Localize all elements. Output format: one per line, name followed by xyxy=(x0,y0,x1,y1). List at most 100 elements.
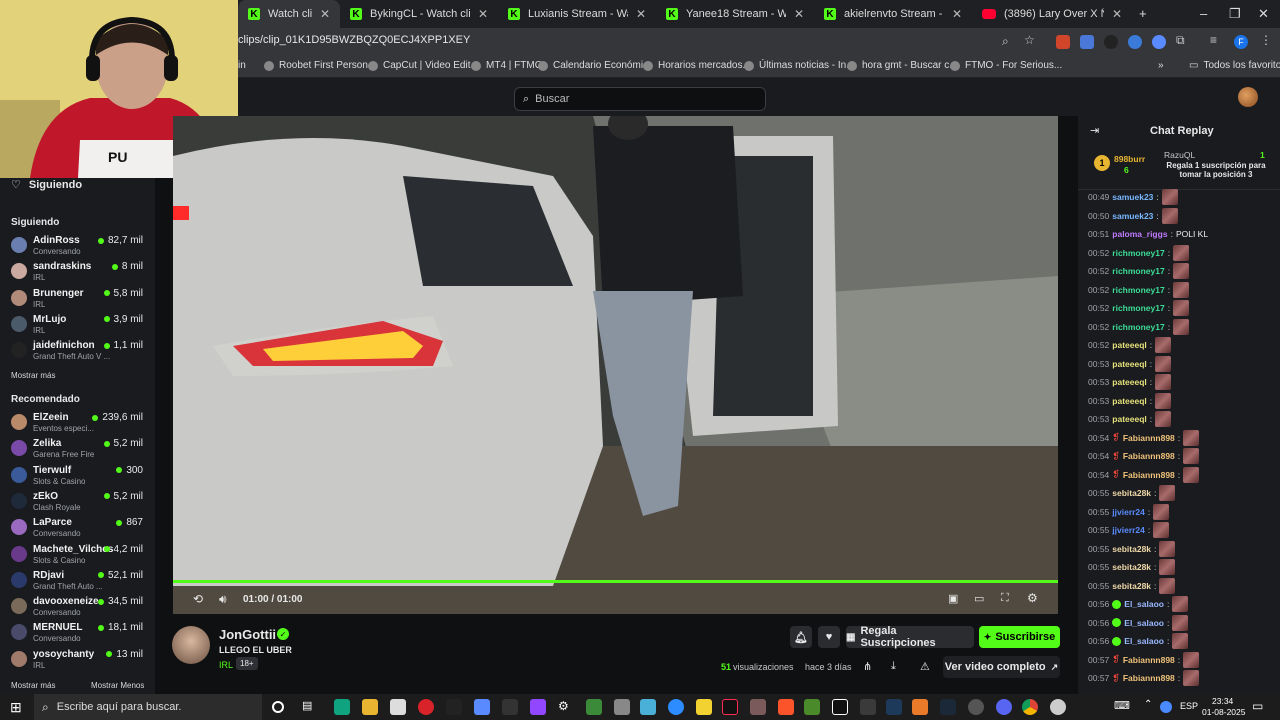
star-bookmark-icon[interactable]: ☆ xyxy=(1024,33,1038,47)
sidebar-channel-item[interactable]: yosoychanty IRL 13 mil xyxy=(11,647,147,673)
close-tab-icon[interactable]: ✕ xyxy=(320,7,330,21)
app-icon[interactable] xyxy=(860,699,876,715)
capcut-icon[interactable] xyxy=(832,699,848,715)
browser-tab[interactable]: K BykingCL - Watch clips on Kick ✕ xyxy=(340,0,498,28)
reading-list-icon[interactable]: ≡ xyxy=(1210,33,1224,47)
sidebar-channel-item[interactable]: LaParce Conversando 867 xyxy=(11,515,147,541)
chat-username[interactable]: El_salaoo xyxy=(1124,618,1164,628)
close-tab-icon[interactable]: ✕ xyxy=(952,7,962,21)
zoom-icon[interactable]: ⌕ xyxy=(1002,34,1016,48)
close-tab-icon[interactable]: ✕ xyxy=(794,7,804,21)
close-tab-icon[interactable]: ✕ xyxy=(636,7,646,21)
bookmark-item[interactable]: FTMO - For Serious... xyxy=(950,60,1062,71)
chat-username[interactable]: El_salaoo xyxy=(1124,636,1164,646)
bookmark-item[interactable]: in xyxy=(238,60,246,71)
profile-avatar[interactable]: F xyxy=(1234,35,1248,49)
minecraft-icon[interactable] xyxy=(804,699,820,715)
chat-username[interactable]: pateeeql xyxy=(1112,359,1147,369)
discord-icon[interactable] xyxy=(996,699,1012,715)
settings-icon[interactable]: ⚙︎ xyxy=(558,699,574,715)
chat-username[interactable]: pateeeql xyxy=(1112,377,1147,387)
chat-username[interactable]: pateeeql xyxy=(1112,396,1147,406)
sidebar-channel-item[interactable]: MERNUEL Conversando 18,1 mil xyxy=(11,620,147,646)
chat-username[interactable]: richmoney17 xyxy=(1112,248,1164,258)
steam-icon[interactable] xyxy=(940,699,956,715)
clock-date[interactable]: 01-08-2025 xyxy=(1202,707,1245,717)
translate-icon[interactable] xyxy=(1080,35,1094,49)
app-icon[interactable] xyxy=(750,699,766,715)
extension-icon[interactable] xyxy=(1104,35,1118,49)
browser-tab[interactable]: K Watch clips on Kick ✕ xyxy=(238,0,340,28)
user-avatar[interactable] xyxy=(1238,87,1258,107)
notepad-icon[interactable] xyxy=(390,699,406,715)
chat-username[interactable]: Fabiannn898 xyxy=(1123,470,1175,480)
chat-username[interactable]: jjvierr24 xyxy=(1112,507,1145,517)
extension-icon[interactable] xyxy=(1056,35,1070,49)
app-icon[interactable] xyxy=(614,699,630,715)
cortana-icon[interactable] xyxy=(272,701,284,713)
app-icon[interactable] xyxy=(640,699,656,715)
show-less-link[interactable]: Mostrar Menos xyxy=(91,681,144,690)
subscribe-button[interactable]: ✦ Suscribirse xyxy=(979,626,1060,648)
chrome-icon[interactable] xyxy=(1022,699,1038,715)
app-icon[interactable] xyxy=(968,699,984,715)
app-icon[interactable] xyxy=(586,699,602,715)
chat-username[interactable]: pateeeql xyxy=(1112,340,1147,350)
chat-username[interactable]: richmoney17 xyxy=(1112,266,1164,276)
extension-icon[interactable] xyxy=(1128,35,1142,49)
close-tab-icon[interactable]: ✕ xyxy=(1112,7,1122,21)
share-icon[interactable]: ⋔ xyxy=(863,660,872,673)
notifications-button[interactable]: 🔔︎ xyxy=(790,626,812,648)
clip-category[interactable]: IRL xyxy=(219,660,233,670)
channel-name[interactable]: JonGottii xyxy=(219,627,276,642)
replay-icon[interactable]: ⟲ xyxy=(193,592,203,606)
bookmark-item[interactable]: CapCut | Video Edit... xyxy=(368,60,479,71)
minimize-icon[interactable]: – xyxy=(1200,6,1207,21)
download-icon[interactable]: ⤓ xyxy=(891,660,896,673)
collapse-chat-icon[interactable]: ⇥ xyxy=(1090,124,1099,137)
sidebar-channel-item[interactable]: Zelika Garena Free Fire 5,2 mil xyxy=(11,436,147,462)
playback-progress-bar[interactable] xyxy=(173,580,1058,583)
sidebar-channel-item[interactable]: Machete_Vilches Slots & Casino 4,2 mil xyxy=(11,542,147,568)
volume-icon[interactable]: 🔊︎ xyxy=(219,592,227,607)
chat-username[interactable]: samuek23 xyxy=(1112,192,1153,202)
chat-username[interactable]: sebita28k xyxy=(1112,562,1151,572)
sidebar-channel-item[interactable]: zEkO Clash Royale 5,2 mil xyxy=(11,489,147,515)
search-box[interactable]: ⌕ Buscar xyxy=(514,87,766,111)
clock-time[interactable]: 23:34 xyxy=(1212,696,1233,706)
chat-username[interactable]: sebita28k xyxy=(1112,544,1151,554)
bookmark-item[interactable]: MT4 | FTMO xyxy=(471,60,542,71)
sidebar-channel-item[interactable]: RDjavi Grand Theft Auto ... 52,1 mil xyxy=(11,568,147,594)
chat-username[interactable]: Fabiannn898 xyxy=(1123,433,1175,443)
browser-tab[interactable]: K Yanee18 Stream - Watch Live o ✕ xyxy=(656,0,814,28)
new-tab-icon[interactable]: + xyxy=(1139,6,1147,21)
address-bar-url[interactable]: clips/clip_01K1D95BWZBQZQ0ECJ4XPP1XEY xyxy=(238,34,470,46)
extension-icon[interactable] xyxy=(1152,35,1166,49)
bookmark-item[interactable]: Roobet First Person... xyxy=(264,60,376,71)
app-icon[interactable] xyxy=(502,699,518,715)
theater-mode-icon[interactable]: ▭ xyxy=(974,592,984,605)
file-explorer-icon[interactable] xyxy=(362,699,378,715)
sidebar-channel-item[interactable]: sandraskins IRL 8 mil xyxy=(11,259,147,285)
sidebar-channel-item[interactable]: Brunenger IRL 5,8 mil xyxy=(11,286,147,312)
bookmark-item[interactable]: Últimas noticias - In... xyxy=(744,60,855,71)
bookmark-item[interactable]: hora gmt - Buscar c... xyxy=(847,60,958,71)
sidebar-channel-item[interactable]: AdinRoss Conversando 82,7 mil xyxy=(11,233,147,259)
follow-button[interactable]: ♥ xyxy=(818,626,840,648)
fullscreen-icon[interactable]: ⛶ xyxy=(1001,592,1009,605)
browser-tab[interactable]: (3896) Lary Over X Ñejo - Prep ✕ xyxy=(972,0,1132,28)
following-nav[interactable]: ♡ Siguiendo xyxy=(11,178,82,192)
chat-username[interactable]: sebita28k xyxy=(1112,581,1151,591)
close-window-icon[interactable]: ✕ xyxy=(1258,6,1269,22)
chat-username[interactable]: sebita28k xyxy=(1112,488,1151,498)
network-icon[interactable] xyxy=(1160,701,1172,713)
chat-username[interactable]: richmoney17 xyxy=(1112,322,1164,332)
chat-username[interactable]: richmoney17 xyxy=(1112,303,1164,313)
full-video-button[interactable]: Ver video completo ↗ xyxy=(943,656,1060,678)
chevron-up-icon[interactable]: ⌃ xyxy=(1144,699,1160,715)
windows-start-icon[interactable]: ⊞ xyxy=(10,699,22,716)
sidebar-channel-item[interactable]: MrLujo IRL 3,9 mil xyxy=(11,312,147,338)
app-icon[interactable] xyxy=(912,699,928,715)
video-player[interactable] xyxy=(173,116,1058,614)
app-icon[interactable] xyxy=(446,699,462,715)
